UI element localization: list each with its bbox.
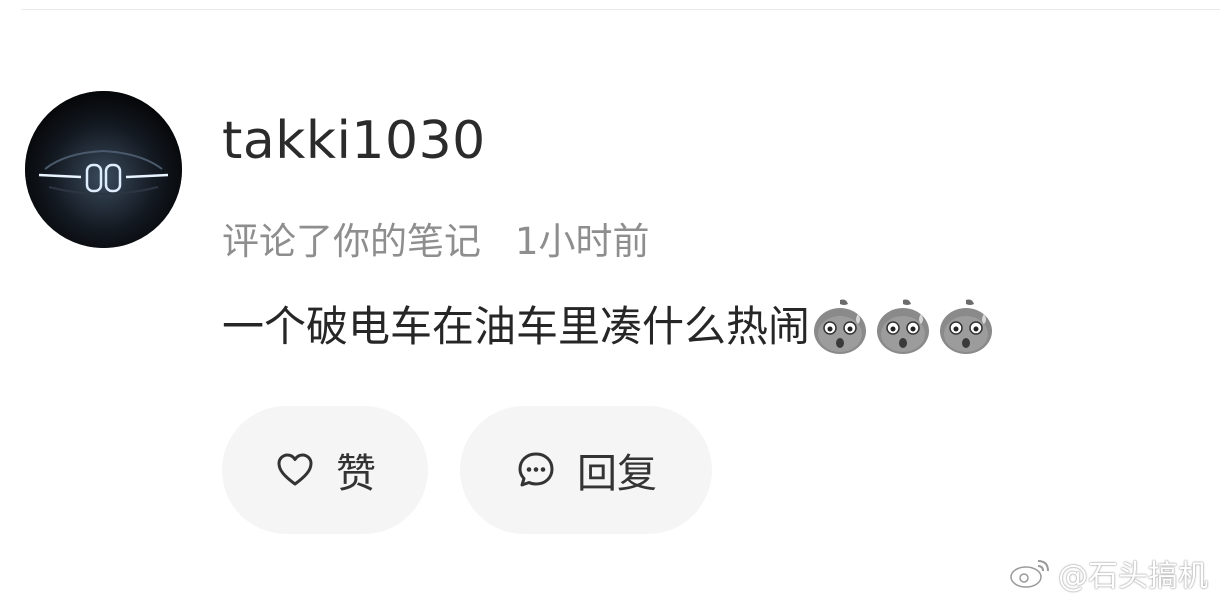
- reply-button[interactable]: 回复: [460, 406, 712, 534]
- action-text: 评论了你的笔记: [222, 220, 481, 263]
- car-grille-avatar-image: [25, 91, 182, 248]
- emoji-group: [810, 296, 999, 358]
- comment-content: takki1030 评论了你的笔记 1小时前 一个破电车在油车里凑什么热闹 赞 …: [222, 0, 1220, 603]
- watermark-text: @石头搞机: [1058, 559, 1208, 594]
- watermark: @石头搞机: [1008, 551, 1208, 595]
- username[interactable]: takki1030: [222, 110, 486, 172]
- user-avatar[interactable]: [25, 91, 182, 248]
- like-button[interactable]: 赞: [222, 406, 428, 534]
- comment-text-row: 一个破电车在油车里凑什么热闹: [222, 296, 999, 358]
- comment-text: 一个破电车在油车里凑什么热闹: [222, 302, 811, 351]
- timestamp: 1小时前: [515, 220, 650, 263]
- comment-bubble-icon: [515, 449, 557, 491]
- sweating-face-emoji-icon: [810, 296, 870, 358]
- sweating-face-emoji-icon: [936, 296, 996, 358]
- comment-meta: 评论了你的笔记 1小时前: [222, 216, 650, 268]
- like-label: 赞: [336, 451, 376, 497]
- weibo-logo-icon: [1008, 555, 1052, 591]
- reply-label: 回复: [577, 451, 657, 497]
- sweating-face-emoji-icon: [873, 296, 933, 358]
- heart-icon: [274, 449, 316, 491]
